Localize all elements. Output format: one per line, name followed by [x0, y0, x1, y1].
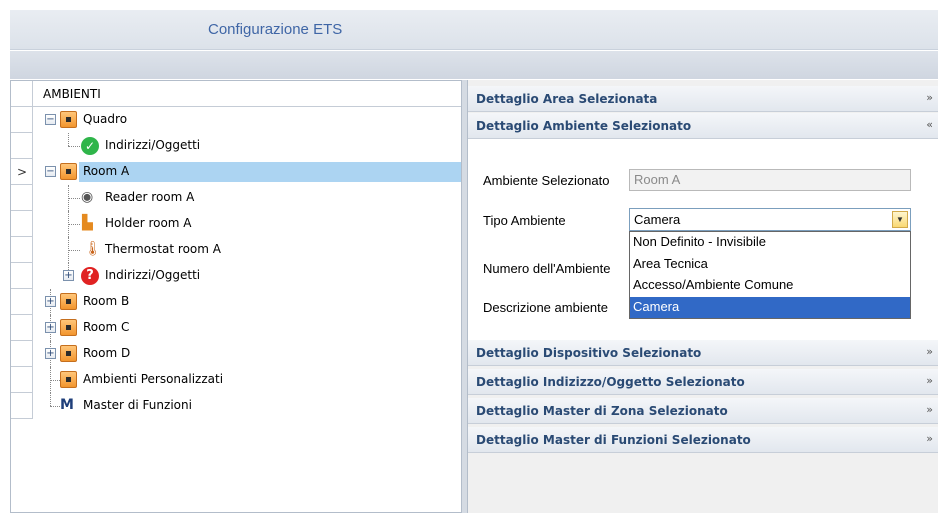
dropdown-option-non-definito[interactable]: Non Definito - Invisibile	[630, 232, 910, 254]
section-ambiente-header[interactable]: Dettaglio Ambiente Selezionato «	[468, 113, 938, 139]
row-selector[interactable]	[11, 237, 33, 263]
toolbar-strip	[10, 51, 938, 79]
expand-icon[interactable]: +	[45, 296, 56, 307]
section-area-header[interactable]: Dettaglio Area Selezionata »	[468, 86, 938, 112]
window-title-bar: Configurazione ETS	[10, 10, 938, 50]
tree-row-ambienti-personalizzati[interactable]: Ambienti Personalizzati	[11, 367, 461, 393]
current-row-arrow-icon: >	[17, 165, 28, 179]
tree-item-label: Room A	[79, 162, 461, 182]
expand-chevron-icon: »	[926, 91, 933, 104]
tree-item-label: Indirizzi/Oggetti	[105, 268, 201, 282]
collapse-chevron-icon: «	[926, 118, 933, 131]
tree-item-label: Thermostat room A	[105, 242, 221, 256]
tree-header: AMBIENTI	[11, 81, 461, 107]
expand-icon[interactable]: +	[63, 270, 74, 281]
section-master-zona-header[interactable]: Dettaglio Master di Zona Selezionato »	[468, 398, 938, 424]
expand-chevron-icon: »	[926, 403, 933, 416]
tipo-ambiente-value: Camera	[634, 212, 681, 227]
tipo-ambiente-combo[interactable]: Camera ▼	[629, 208, 911, 231]
tree-item-label: Room D	[83, 346, 131, 360]
section-title: Dettaglio Master di Funzioni Selezionato	[476, 433, 751, 447]
details-panel: Dettaglio Area Selezionata » Dettaglio A…	[467, 80, 938, 513]
tree-row-quadro[interactable]: − Quadro	[11, 107, 461, 133]
tree-row-room-d[interactable]: + Room D	[11, 341, 461, 367]
row-selector[interactable]	[11, 315, 33, 341]
tree-row-indirizzi-quadro[interactable]: ✓ Indirizzi/Oggetti	[11, 133, 461, 159]
expand-chevron-icon: »	[926, 432, 933, 445]
collapse-icon[interactable]: −	[45, 114, 56, 125]
row-selector[interactable]	[11, 367, 33, 393]
section-title: Dettaglio Master di Zona Selezionato	[476, 404, 728, 418]
tree-row-holder-room-a[interactable]: ▙ Holder room A	[11, 211, 461, 237]
tree-item-label: Room B	[83, 294, 130, 308]
dropdown-option-camera[interactable]: Camera	[630, 296, 910, 318]
section-title: Dettaglio Area Selezionata	[476, 92, 658, 106]
ambiente-selezionato-label: Ambiente Selezionato	[483, 173, 610, 188]
room-icon	[60, 293, 77, 310]
tree-row-room-a[interactable]: > − Room A	[11, 159, 461, 185]
tree-row-reader-room-a[interactable]: ◉ Reader room A	[11, 185, 461, 211]
tipo-ambiente-label: Tipo Ambiente	[483, 213, 566, 228]
tree-item-label: Quadro	[83, 112, 128, 126]
expand-icon[interactable]: +	[45, 322, 56, 333]
section-dispositivo-header[interactable]: Dettaglio Dispositivo Selezionato »	[468, 340, 938, 366]
custom-room-icon	[60, 371, 77, 388]
section-title: Dettaglio Dispositivo Selezionato	[476, 346, 702, 360]
expand-icon[interactable]: +	[45, 348, 56, 359]
chevron-down-icon[interactable]: ▼	[892, 211, 908, 228]
tree-item-label: Holder room A	[105, 216, 192, 230]
holder-icon: ▙	[82, 215, 93, 231]
dropdown-option-area-tecnica[interactable]: Area Tecnica	[630, 254, 910, 276]
tree-item-label: Room C	[83, 320, 130, 334]
tree-item-label: Indirizzi/Oggetti	[105, 138, 201, 152]
tree-row-thermostat-room-a[interactable]: 🌡 Thermostat room A	[11, 237, 461, 263]
tipo-ambiente-dropdown-list: Non Definito - Invisibile Area Tecnica A…	[629, 231, 911, 319]
row-selector[interactable]	[11, 185, 33, 211]
row-selector[interactable]	[11, 263, 33, 289]
dropdown-option-accesso[interactable]: Accesso/Ambiente Comune	[630, 275, 910, 297]
header-corner	[11, 81, 33, 107]
room-icon	[60, 345, 77, 362]
row-selector[interactable]	[11, 211, 33, 237]
row-selector[interactable]: >	[11, 159, 33, 185]
descrizione-ambiente-label: Descrizione ambiente	[483, 300, 609, 315]
tree-row-indirizzi-room-a[interactable]: + ? Indirizzi/Oggetti	[11, 263, 461, 289]
section-title: Dettaglio Indizizzo/Oggetto Selezionato	[476, 375, 745, 389]
expand-chevron-icon: »	[926, 374, 933, 387]
tree-item-label: Reader room A	[105, 190, 195, 204]
row-selector[interactable]	[11, 393, 33, 419]
tree-row-room-b[interactable]: + Room B	[11, 289, 461, 315]
master-icon: M	[60, 397, 74, 413]
window-title: Configurazione ETS	[208, 21, 343, 38]
tree-row-room-c[interactable]: + Room C	[11, 315, 461, 341]
ambiente-detail-form: Ambiente Selezionato Room A Tipo Ambient…	[468, 139, 938, 345]
ambienti-tree-grid: AMBIENTI − Quadro ✓ Indirizzi/Oggetti > …	[10, 80, 462, 513]
row-selector[interactable]	[11, 341, 33, 367]
section-master-funzioni-header[interactable]: Dettaglio Master di Funzioni Selezionato…	[468, 427, 938, 453]
column-header-ambienti[interactable]: AMBIENTI	[43, 87, 101, 101]
row-selector[interactable]	[11, 289, 33, 315]
room-icon	[60, 163, 77, 180]
tree-row-master-di-funzioni[interactable]: M Master di Funzioni	[11, 393, 461, 419]
tree-item-label: Master di Funzioni	[83, 398, 192, 412]
ambiente-selezionato-field: Room A	[629, 169, 911, 191]
expand-chevron-icon: »	[926, 345, 933, 358]
reader-icon: ◉	[81, 189, 94, 205]
row-selector[interactable]	[11, 107, 33, 133]
tree-item-label: Ambienti Personalizzati	[83, 372, 224, 386]
room-icon	[60, 319, 77, 336]
collapse-icon[interactable]: −	[45, 166, 56, 177]
numero-ambiente-label: Numero dell'Ambiente	[483, 261, 611, 276]
warning-icon: ?	[81, 267, 99, 285]
row-selector[interactable]	[11, 133, 33, 159]
check-icon: ✓	[81, 137, 99, 155]
thermostat-icon: 🌡	[84, 241, 102, 257]
room-icon	[60, 111, 77, 128]
section-indirizzo-header[interactable]: Dettaglio Indizizzo/Oggetto Selezionato …	[468, 369, 938, 395]
section-title: Dettaglio Ambiente Selezionato	[476, 119, 692, 133]
